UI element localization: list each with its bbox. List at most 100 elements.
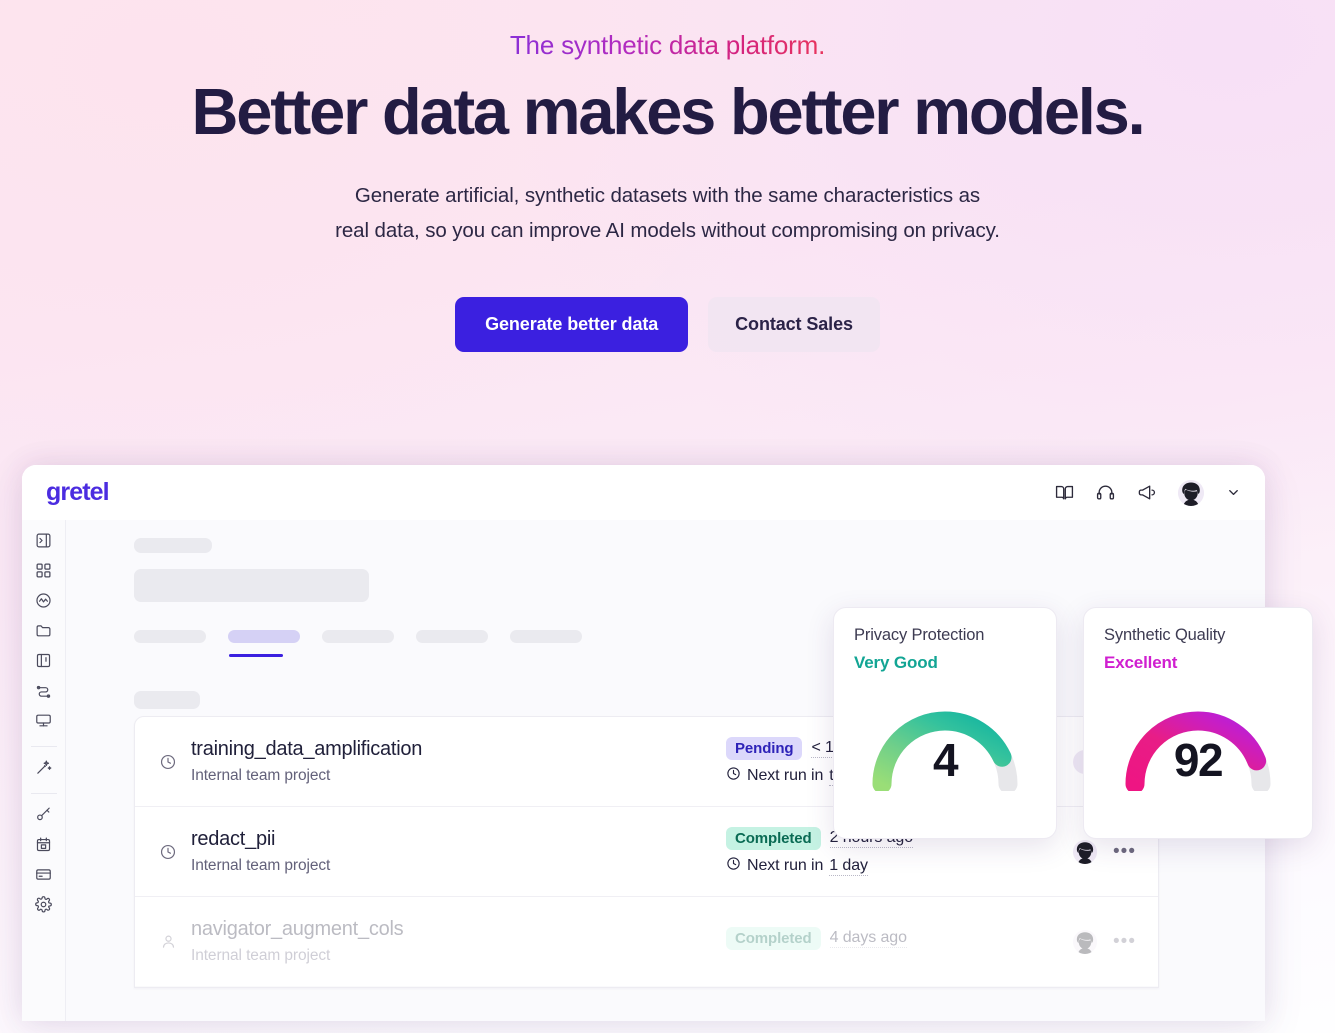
monitor-icon xyxy=(35,712,52,734)
avatar[interactable] xyxy=(1178,479,1204,506)
tab-item-2-active[interactable] xyxy=(228,630,300,657)
workflow-icon xyxy=(35,682,52,704)
more-options-button[interactable]: ••• xyxy=(1113,932,1136,951)
hero-subtitle-line-1: Generate artificial, synthetic datasets … xyxy=(354,184,981,208)
magic-wand-icon xyxy=(35,759,52,781)
cta-row: Generate better data Contact Sales xyxy=(0,296,1335,352)
skeleton-heading xyxy=(134,569,369,602)
status-badge: Completed xyxy=(726,927,821,950)
sidebar-item-folder[interactable] xyxy=(29,618,59,648)
skeleton-breadcrumb xyxy=(134,538,212,553)
sidebar-item-billing[interactable] xyxy=(29,862,59,892)
row-avatar[interactable] xyxy=(1073,929,1098,954)
more-options-button[interactable]: ••• xyxy=(1113,842,1136,861)
gauge-rating: Excellent xyxy=(1104,653,1178,672)
sidebar-item-activity[interactable] xyxy=(29,588,59,618)
project-info: training_data_amplification Internal tea… xyxy=(191,738,726,785)
sidebar-item-magic-wand[interactable] xyxy=(29,755,59,785)
hero-subtitle-line-2: real data, so you can improve AI models … xyxy=(335,219,1000,243)
gretel-logo[interactable]: gretel xyxy=(46,478,110,507)
tab-placeholder xyxy=(134,630,206,643)
card-icon xyxy=(35,866,52,888)
sidebar-item-workflow[interactable] xyxy=(29,678,59,708)
person-icon xyxy=(155,933,181,950)
key-icon xyxy=(35,806,52,828)
project-name: redact_pii xyxy=(191,828,276,850)
gauge-title: Privacy Protection xyxy=(854,626,985,644)
folder-icon xyxy=(35,622,52,644)
row-avatar-image xyxy=(1073,839,1098,864)
app-body: training_data_amplification Internal tea… xyxy=(22,520,1265,1021)
activity-circle-icon xyxy=(35,592,52,614)
project-info: redact_pii Internal team project xyxy=(191,828,726,875)
tab-active-underline xyxy=(229,654,283,657)
row-avatar[interactable] xyxy=(1073,839,1098,864)
clock-icon xyxy=(155,843,181,861)
app-window-preview: gretel training_data_amplification Inter… xyxy=(22,465,1265,1021)
gauge-rating: Very Good xyxy=(854,653,938,672)
clock-small-icon xyxy=(726,766,741,786)
gauge-chart: 4 xyxy=(854,681,1036,791)
project-status: Completed 4 days ago xyxy=(726,927,1026,956)
sidebar-item-monitor[interactable] xyxy=(29,708,59,738)
skeleton-section-label xyxy=(134,691,200,709)
sidebar-divider-2 xyxy=(30,793,57,794)
gauge-value: 4 xyxy=(932,734,959,786)
sidebar-item-settings[interactable] xyxy=(29,892,59,922)
tab-placeholder xyxy=(322,630,394,643)
next-run-label: Next run in xyxy=(747,857,824,874)
sidebar-item-dashboard[interactable] xyxy=(29,558,59,588)
headset-icon[interactable] xyxy=(1096,483,1115,502)
status-badge: Completed xyxy=(726,827,821,850)
calendar-icon xyxy=(35,836,52,858)
tab-placeholder-active xyxy=(228,630,300,643)
page-title: Better data makes better models. xyxy=(191,75,1146,148)
row-actions: ••• xyxy=(1026,929,1136,954)
synthetic-quality-card: Synthetic Quality Excellent 92 xyxy=(1083,607,1313,839)
avatar-image xyxy=(1178,479,1204,506)
megaphone-icon[interactable] xyxy=(1137,483,1156,502)
sidebar-item-calendar[interactable] xyxy=(29,832,59,862)
gauge-title: Synthetic Quality xyxy=(1104,626,1226,644)
sidebar-item-api-key[interactable] xyxy=(29,802,59,832)
gauge-value: 92 xyxy=(1173,734,1224,786)
project-info: navigator_augment_cols Internal team pro… xyxy=(191,918,726,965)
next-run-value: 1 day xyxy=(829,856,868,876)
dashboard-grid-icon xyxy=(35,562,52,584)
hero-subtitle: Generate artificial, synthetic datasets … xyxy=(0,179,1335,249)
book-icon[interactable] xyxy=(1055,483,1074,502)
hero-section: The synthetic data platform. Better data… xyxy=(0,0,1335,352)
tab-item-3[interactable] xyxy=(322,630,394,643)
gear-icon xyxy=(35,896,52,918)
clock-small-icon xyxy=(726,856,741,876)
next-run-label: Next run in xyxy=(747,767,824,784)
generate-better-data-button[interactable]: Generate better data xyxy=(455,296,689,352)
tab-item-5[interactable] xyxy=(510,630,582,643)
project-subtitle: Internal team project xyxy=(191,857,331,874)
privacy-protection-card: Privacy Protection Very Good 4 xyxy=(833,607,1057,839)
table-row[interactable]: navigator_augment_cols Internal team pro… xyxy=(135,897,1158,987)
gauge-chart: 92 xyxy=(1104,681,1292,791)
row-actions: ••• xyxy=(1026,839,1136,864)
header-icon-group xyxy=(1055,479,1241,506)
clock-icon xyxy=(155,753,181,771)
sidebar-item-notebook[interactable] xyxy=(29,648,59,678)
next-run-line: Next run in 1 day xyxy=(726,856,1026,876)
tab-placeholder xyxy=(510,630,582,643)
contact-sales-button[interactable]: Contact Sales xyxy=(708,296,880,352)
time-ago: 4 days ago xyxy=(829,929,907,948)
chevron-down-icon[interactable] xyxy=(1226,485,1241,500)
row-avatar-image xyxy=(1073,929,1098,954)
status-badge: Pending xyxy=(726,737,803,760)
hero-tagline: The synthetic data platform. xyxy=(509,30,826,60)
status-line: Completed 4 days ago xyxy=(726,927,1026,950)
sidebar-item-expand-panel[interactable] xyxy=(29,528,59,558)
expand-panel-icon xyxy=(35,532,52,554)
project-name: navigator_augment_cols xyxy=(191,918,404,940)
tab-item-1[interactable] xyxy=(134,630,206,643)
notebook-icon xyxy=(35,652,52,674)
tab-placeholder xyxy=(416,630,488,643)
project-name: training_data_amplification xyxy=(191,738,423,760)
tab-item-4[interactable] xyxy=(416,630,488,643)
project-subtitle: Internal team project xyxy=(191,767,331,784)
